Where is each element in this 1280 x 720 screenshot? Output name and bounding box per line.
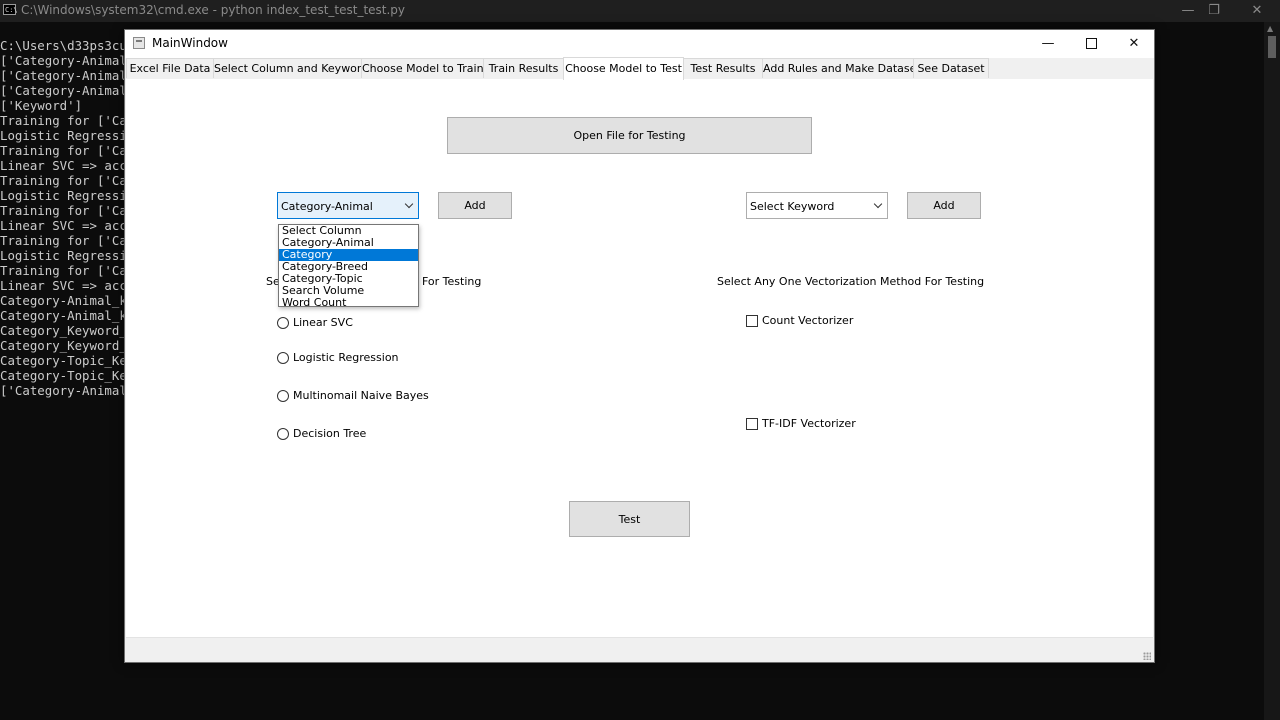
cmd-scrollbar-thumb[interactable] bbox=[1268, 36, 1276, 58]
keyword-select-value: Select Keyword bbox=[750, 200, 835, 213]
radio-label: Logistic Regression bbox=[293, 351, 399, 364]
tab-select-column-and-keyword[interactable]: Select Column and Keyword bbox=[213, 58, 368, 78]
maximize-button[interactable] bbox=[1069, 30, 1113, 58]
console-line: C:\Users\d33ps3cu bbox=[0, 38, 127, 53]
console-line: Category-Topic_Ke bbox=[0, 368, 127, 383]
add-keyword-button[interactable]: Add bbox=[907, 192, 981, 219]
console-line: Linear SVC => acc bbox=[0, 218, 127, 233]
console-line: Linear SVC => acc bbox=[0, 278, 127, 293]
add-column-button[interactable]: Add bbox=[438, 192, 512, 219]
keyword-select[interactable]: Select Keyword bbox=[746, 192, 888, 219]
tab-see-dataset[interactable]: See Dataset bbox=[913, 58, 989, 78]
column-select[interactable]: Category-Animal bbox=[277, 192, 419, 219]
chevron-down-icon bbox=[404, 199, 414, 209]
resize-grip-icon[interactable] bbox=[1143, 652, 1151, 660]
console-line: Training for ['Ca bbox=[0, 233, 127, 248]
main-window: MainWindow — ✕ Excel File Data Select Co… bbox=[124, 29, 1155, 663]
scroll-up-icon[interactable]: ▲ bbox=[1267, 24, 1273, 33]
tab-train-results[interactable]: Train Results bbox=[483, 58, 564, 78]
column-select-value: Category-Animal bbox=[281, 200, 373, 213]
tab-excel-file-data[interactable]: Excel File Data bbox=[126, 58, 214, 78]
console-line: ['Category-Animal bbox=[0, 383, 127, 398]
column-select-dropdown[interactable]: Select Column Category-Animal Category C… bbox=[278, 224, 419, 309]
dropdown-option-word-count[interactable]: Word Count bbox=[279, 297, 418, 309]
tab-choose-model-to-test[interactable]: Choose Model to Test bbox=[563, 57, 684, 80]
model-method-label-end: For Testing bbox=[422, 275, 482, 288]
test-button[interactable]: Test bbox=[569, 501, 690, 537]
console-line: Category-Topic_Ke bbox=[0, 353, 127, 368]
cmd-restore-button[interactable]: ❐ bbox=[1191, 0, 1237, 22]
console-line: Category_Keyword_ bbox=[0, 323, 127, 338]
tab-choose-model-to-train[interactable]: Choose Model to Train bbox=[361, 58, 484, 78]
chevron-down-icon bbox=[873, 199, 883, 209]
console-line: Training for ['Ca bbox=[0, 113, 127, 128]
tab-add-rules-and-make-dataset[interactable]: Add Rules and Make Dataset bbox=[762, 58, 921, 78]
cmd-titlebar[interactable]: C:\ C:\Windows\system32\cmd.exe - python… bbox=[0, 0, 1280, 22]
console-line: Training for ['Ca bbox=[0, 173, 127, 188]
cmd-app-icon: C:\ bbox=[3, 4, 18, 15]
minimize-button[interactable]: — bbox=[1026, 30, 1070, 58]
main-window-titlebar[interactable]: MainWindow — ✕ bbox=[125, 30, 1154, 58]
console-line: ['Category-Animal bbox=[0, 83, 127, 98]
radio-button[interactable] bbox=[277, 317, 289, 329]
console-line: Category-Animal_k bbox=[0, 308, 127, 323]
tab-test-results[interactable]: Test Results bbox=[683, 58, 763, 78]
maximize-icon bbox=[1085, 38, 1097, 49]
close-button[interactable]: ✕ bbox=[1112, 30, 1156, 58]
cmd-scrollbar[interactable]: ▲ bbox=[1264, 22, 1280, 720]
choose-model-to-test-page: Open File for Testing Category-Animal Ad… bbox=[126, 79, 1153, 637]
console-line: Training for ['Ca bbox=[0, 143, 127, 158]
checkbox-label: Count Vectorizer bbox=[762, 314, 854, 327]
status-bar bbox=[126, 637, 1153, 662]
main-window-title: MainWindow bbox=[152, 36, 228, 50]
console-line: Logistic Regressi bbox=[0, 128, 127, 143]
console-line: Category_Keyword_ bbox=[0, 338, 127, 353]
console-line: ['Category-Animal bbox=[0, 53, 127, 68]
console-line: Training for ['Ca bbox=[0, 263, 127, 278]
console-line: Category-Animal_k bbox=[0, 293, 127, 308]
cmd-window-title: C:\Windows\system32\cmd.exe - python ind… bbox=[21, 3, 406, 17]
cmd-close-button[interactable]: ✕ bbox=[1234, 0, 1280, 22]
checkbox[interactable] bbox=[746, 315, 758, 327]
console-line: Logistic Regressi bbox=[0, 188, 127, 203]
checkbox[interactable] bbox=[746, 418, 758, 430]
radio-button[interactable] bbox=[277, 428, 289, 440]
console-line: ['Category-Animal bbox=[0, 68, 127, 83]
radio-button[interactable] bbox=[277, 390, 289, 402]
radio-label: Linear SVC bbox=[293, 316, 353, 329]
radio-label: Multinomail Naive Bayes bbox=[293, 389, 429, 402]
console-line: Logistic Regressi bbox=[0, 248, 127, 263]
vectorization-method-label: Select Any One Vectorization Method For … bbox=[717, 275, 985, 288]
app-window-icon bbox=[133, 37, 145, 49]
radio-label: Decision Tree bbox=[293, 427, 367, 440]
open-file-for-testing-button[interactable]: Open File for Testing bbox=[447, 117, 812, 154]
tab-bar: Excel File Data Select Column and Keywor… bbox=[126, 57, 1153, 80]
radio-button[interactable] bbox=[277, 352, 289, 364]
console-line: ['Keyword'] bbox=[0, 98, 83, 113]
checkbox-label: TF-IDF Vectorizer bbox=[762, 417, 856, 430]
console-line: Linear SVC => acc bbox=[0, 158, 127, 173]
console-line: Training for ['Ca bbox=[0, 203, 127, 218]
